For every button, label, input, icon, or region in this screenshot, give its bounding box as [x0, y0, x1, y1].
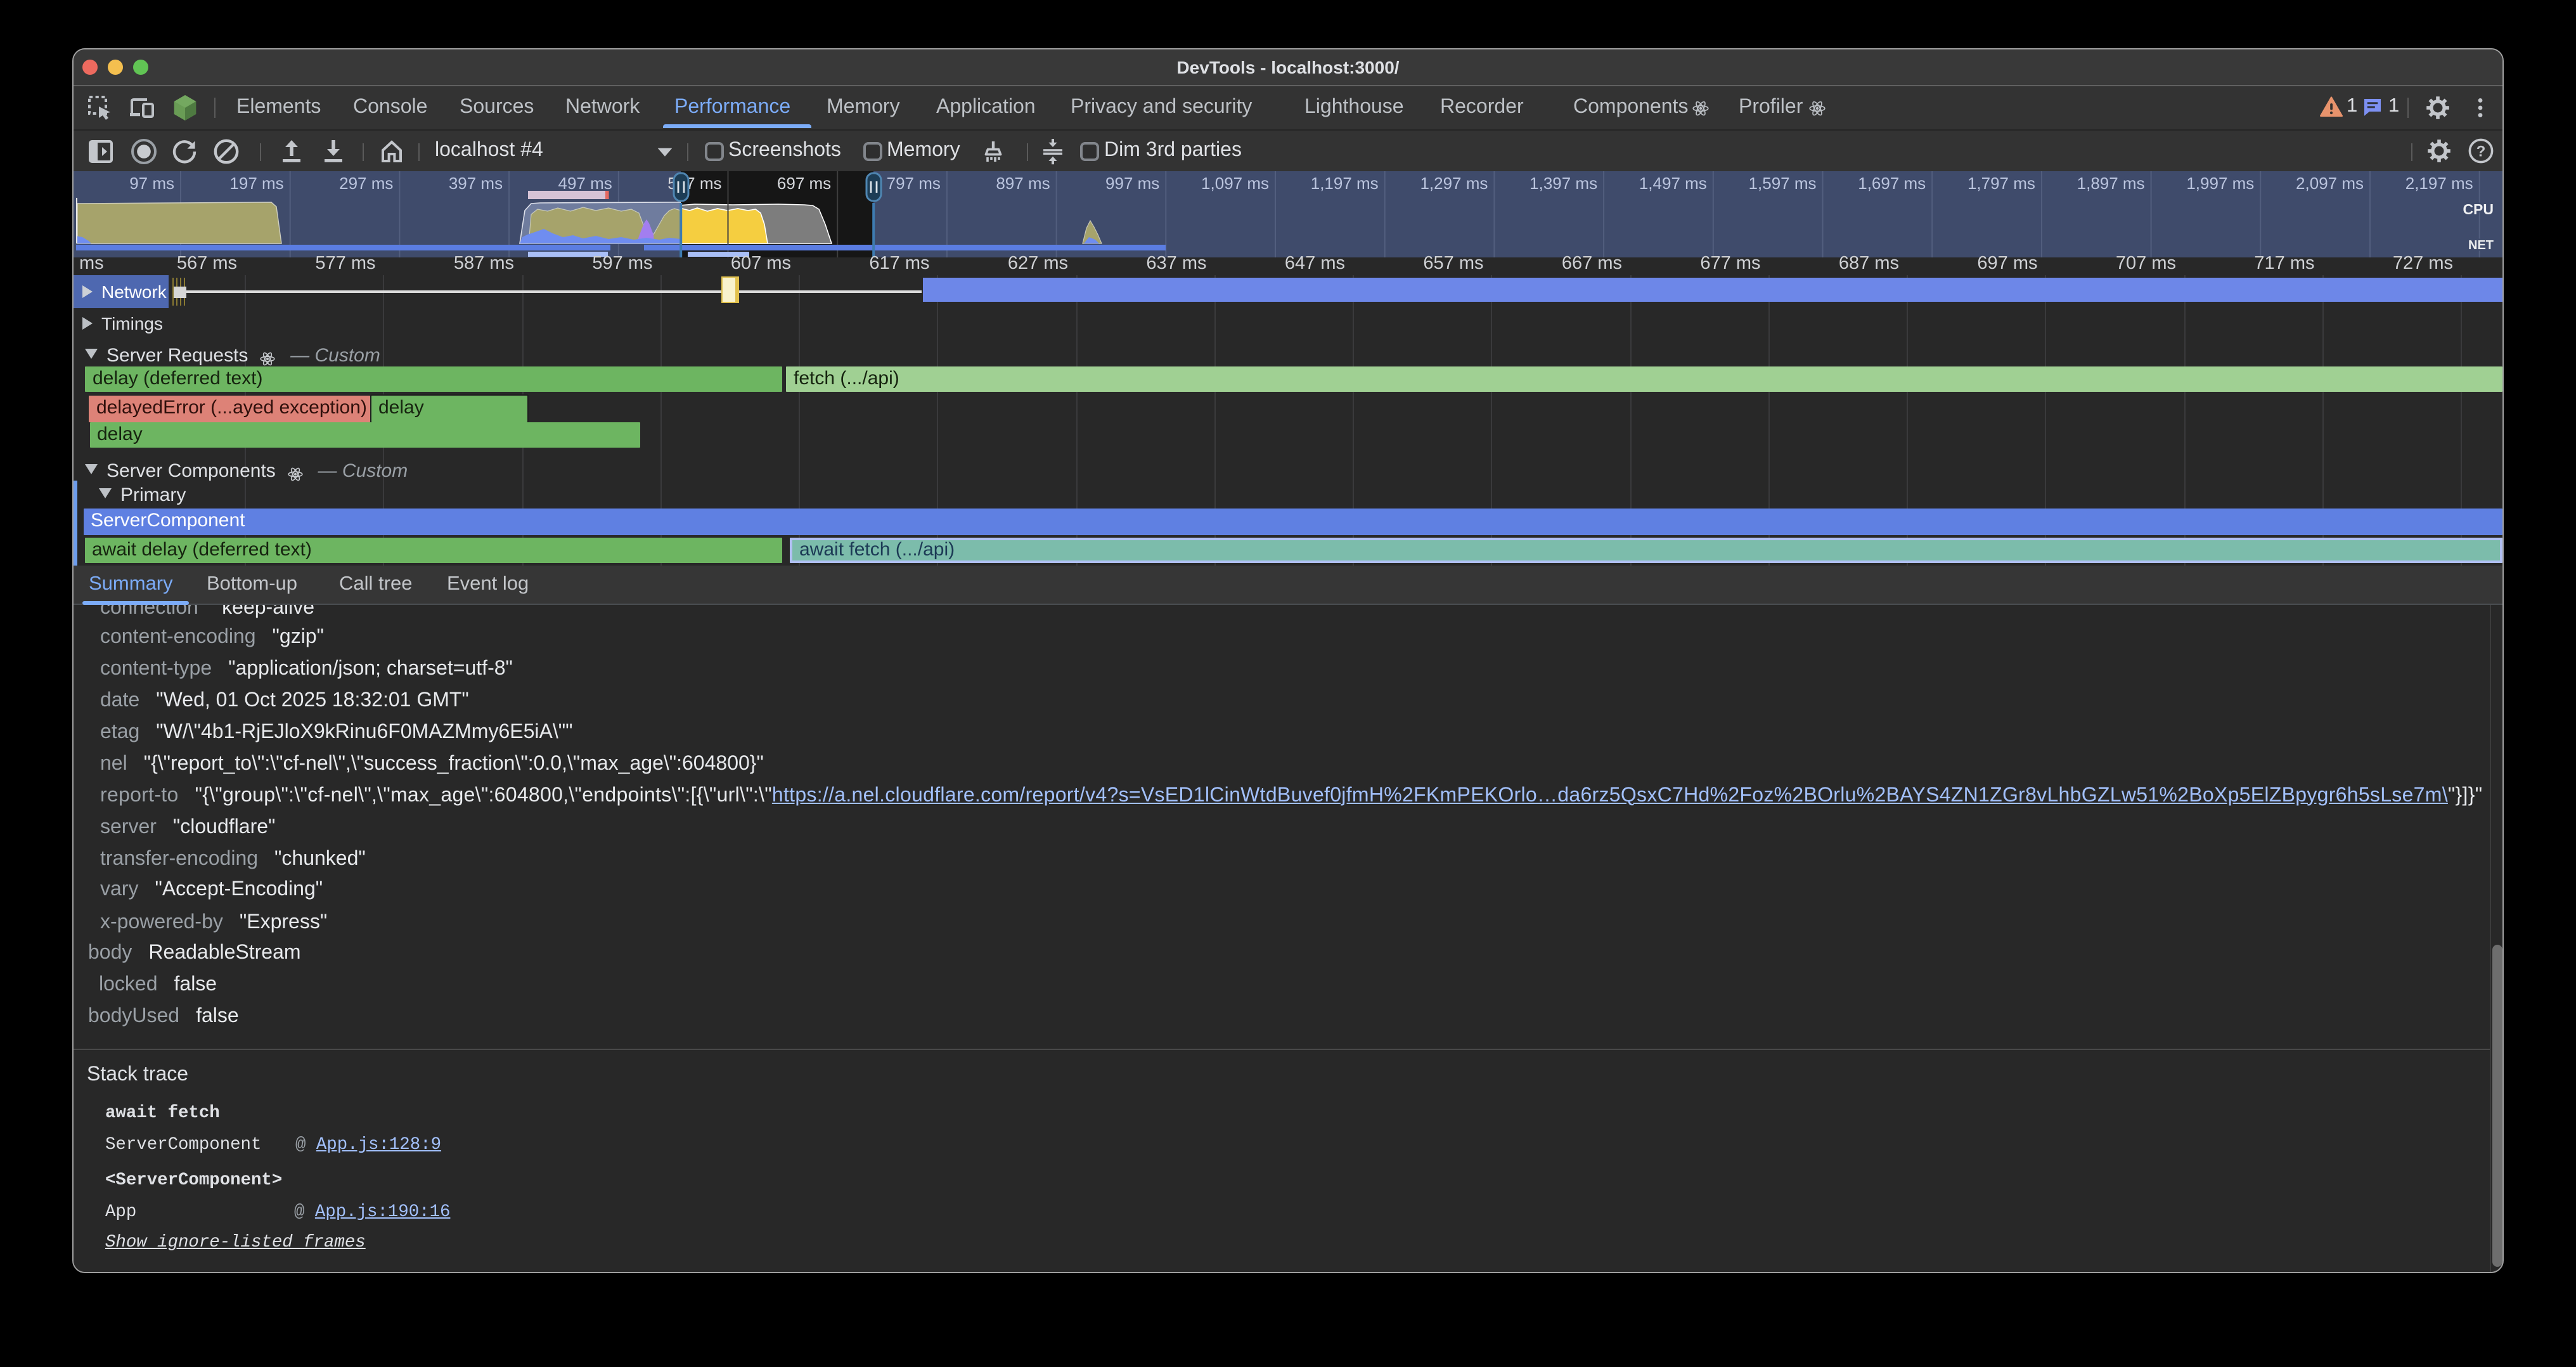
svg-text:CPU: CPU — [2463, 201, 2494, 217]
svg-text:1,997 ms: 1,997 ms — [2186, 174, 2254, 193]
svg-text:1,297 ms: 1,297 ms — [1420, 174, 1488, 193]
svg-text:1,797 ms: 1,797 ms — [1967, 174, 2035, 193]
svg-text:1,497 ms: 1,497 ms — [1639, 174, 1707, 193]
svg-text:1,897 ms: 1,897 ms — [2077, 174, 2145, 193]
svg-text:1,597 ms: 1,597 ms — [1749, 174, 1817, 193]
svg-text:797 ms: 797 ms — [887, 174, 941, 193]
svg-text:2,197 ms: 2,197 ms — [2405, 174, 2473, 193]
svg-text:697 ms: 697 ms — [777, 174, 831, 193]
svg-text:397 ms: 397 ms — [449, 174, 503, 193]
svg-text:897 ms: 897 ms — [996, 174, 1050, 193]
svg-text:997 ms: 997 ms — [1105, 174, 1159, 193]
svg-text:1,697 ms: 1,697 ms — [1858, 174, 1926, 193]
svg-text:1,097 ms: 1,097 ms — [1201, 174, 1269, 193]
svg-text:1,397 ms: 1,397 ms — [1530, 174, 1597, 193]
svg-text:97 ms: 97 ms — [129, 174, 174, 193]
svg-text:297 ms: 297 ms — [339, 174, 393, 193]
svg-text:497 ms: 497 ms — [558, 174, 612, 193]
svg-text:1,197 ms: 1,197 ms — [1311, 174, 1379, 193]
svg-text:197 ms: 197 ms — [229, 174, 283, 193]
svg-text:2,097 ms: 2,097 ms — [2296, 174, 2364, 193]
svg-text:NET: NET — [2468, 238, 2494, 252]
svg-text:?: ? — [2476, 143, 2486, 160]
